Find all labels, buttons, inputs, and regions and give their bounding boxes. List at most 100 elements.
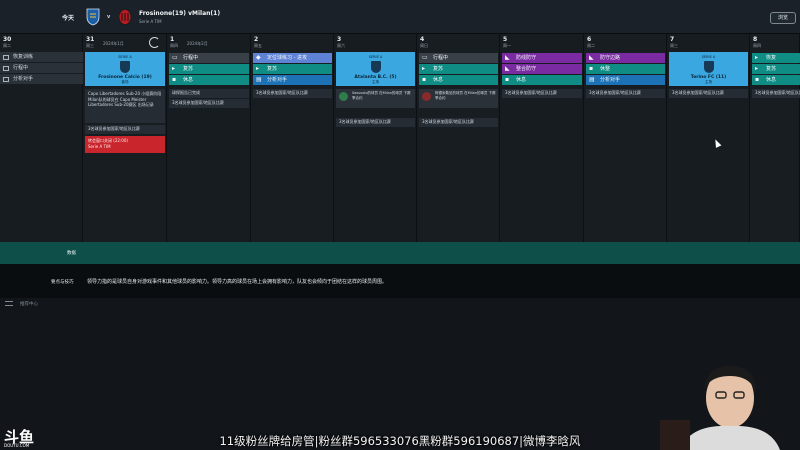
menu-icon[interactable] xyxy=(5,301,13,306)
side-item-recovery-training[interactable]: 恢复训练 xyxy=(0,52,83,62)
activity-travel[interactable]: ▭ 行程中 xyxy=(419,53,498,63)
match-competition-label: SERIE A xyxy=(701,55,716,59)
training-icon xyxy=(3,55,9,60)
international-duty-note[interactable]: 3名球员参加国家/地区队比赛 xyxy=(752,89,800,98)
rest-icon: ▪ xyxy=(422,76,427,83)
international-duty-note[interactable]: 3名球员参加国家/地区队比赛 xyxy=(169,99,249,108)
activity-rest[interactable]: ▪ 休息 xyxy=(169,75,249,85)
activity-rest[interactable]: ▪ 休息 xyxy=(419,75,498,85)
vs-label: v xyxy=(107,14,111,20)
activity-recovery[interactable]: ▸ 复苏 xyxy=(419,64,498,74)
international-duty-note[interactable]: 3名球员参加国家/地区队比赛 xyxy=(85,125,165,134)
browse-button[interactable]: 浏览 xyxy=(770,12,796,24)
activity-label: 分析对手 xyxy=(267,77,288,83)
lower-panel-label[interactable]: 推荐中心 xyxy=(20,301,38,307)
activity-rest[interactable]: ▪ 休整 xyxy=(586,64,665,74)
rest-icon: ▪ xyxy=(755,76,760,83)
recovery-icon: ▸ xyxy=(172,65,176,72)
day-name: 周六 xyxy=(337,43,345,48)
activity-wide-defense[interactable]: ◣ 防守边路 xyxy=(586,53,665,63)
scout-note[interactable]: 阿德米勒尼的球员 在Milan的球员 下赛季合约 xyxy=(419,89,498,108)
rest-icon: ▪ xyxy=(505,76,510,83)
activity-label: 休息 xyxy=(433,77,444,83)
activity-opposition-analysis[interactable]: ▤ 分析对手 xyxy=(253,75,332,85)
activity-rest[interactable]: ▪ 休息 xyxy=(752,75,800,85)
transfer-window-note[interactable]: 转会窗口关闭 (22:00) Serie A TIM xyxy=(85,136,165,153)
match-card-atalanta[interactable]: SERIE A Atalanta B.C. (5) 主场 xyxy=(336,52,415,86)
international-duty-note[interactable]: 3名球员参加国家/地区队比赛 xyxy=(502,89,582,98)
international-duty-note[interactable]: 3名球员参加国家/地区队比赛 xyxy=(253,89,332,98)
club-badge-icon xyxy=(422,92,431,101)
activity-opposition-analysis[interactable]: ▤ 分析对手 xyxy=(586,75,665,85)
club-badge-icon xyxy=(339,92,348,101)
side-item-travel[interactable]: 行程中 xyxy=(0,63,83,73)
activity-label: 整合防守 xyxy=(516,66,537,72)
side-item-label: 分析对手 xyxy=(13,76,34,82)
activity-label: 恢复 xyxy=(766,55,777,61)
international-duty-note[interactable]: 3名球员参加国家/地区队比赛 xyxy=(586,89,665,98)
scout-report-note[interactable]: 球探报告已完成 xyxy=(169,89,249,98)
recovery-icon: ▸ xyxy=(256,65,260,72)
activity-rest[interactable]: ▪ 休息 xyxy=(502,75,582,85)
analysis-icon xyxy=(3,77,9,82)
recovery-icon: ▸ xyxy=(422,65,426,72)
loading-clock-icon xyxy=(149,37,160,48)
frosinone-crest-icon xyxy=(86,8,100,26)
opponent-crest-icon xyxy=(703,61,714,73)
international-duty-note[interactable]: 3名球员参加国家/地区队比赛 xyxy=(669,89,748,98)
activity-label: 复苏 xyxy=(766,66,777,72)
activity-travel[interactable]: ▭ 行程中 xyxy=(169,53,249,63)
international-duty-note[interactable]: 3名球员参加国家/地区队比赛 xyxy=(336,118,415,127)
stream-overlay-text: 11级粉丝牌给房管|粉丝群596533076黑粉群596190687|微博李晗风 xyxy=(219,434,581,448)
schedule-calendar: 30 周二 31 周三 2024年1月 1 周四 2024年2月 2 周五 3 周六 4周… xyxy=(0,34,800,242)
data-bar[interactable]: 数据 xyxy=(0,242,800,264)
month-label: 2024年1月 xyxy=(103,41,124,46)
bus-icon xyxy=(3,66,9,71)
day-name: 周二 xyxy=(587,43,595,48)
day-name: 周一 xyxy=(503,43,511,48)
data-bar-label: 数据 xyxy=(67,251,76,256)
activity-label: 复苏 xyxy=(267,66,278,72)
activity-label: 复苏 xyxy=(433,66,444,72)
bus-icon: ▭ xyxy=(172,54,178,61)
month-label: 2024年2月 xyxy=(187,41,208,46)
activity-recovery[interactable]: ▸ 复苏 xyxy=(253,64,332,74)
match-card-frosinone[interactable]: SERIE A Frosinone Calcio (19) 客场 xyxy=(85,52,165,86)
international-duty-note[interactable]: 3名球员参加国家/地区队比赛 xyxy=(419,118,498,127)
activity-label: 休整 xyxy=(600,66,611,72)
today-label[interactable]: 今天 xyxy=(62,13,74,22)
activity-label: 行程中 xyxy=(433,55,449,61)
opponent-crest-icon xyxy=(370,61,381,73)
boot-icon: ◣ xyxy=(505,54,510,61)
match-card-torino[interactable]: SERIE A Torino FC (11) 主场 xyxy=(669,52,748,86)
activity-recovery[interactable]: ▸ 复苏 xyxy=(752,64,800,74)
analysis-icon: ▤ xyxy=(256,76,262,83)
activity-set-pieces[interactable]: ◆ 定位球练习 - 进攻 xyxy=(253,53,332,63)
match-title: Frosinone(19) vMilan(1) xyxy=(139,10,221,17)
scout-note-text: 阿德米勒尼的球员 在Milan的球员 下赛季合约 xyxy=(435,91,496,100)
day-name: 周四 xyxy=(170,43,178,48)
bus-icon: ▭ xyxy=(422,54,428,61)
recovery-icon: ▸ xyxy=(755,65,759,72)
milan-crest-icon xyxy=(118,9,132,25)
activity-recovery[interactable]: ▸ 恢复 xyxy=(752,53,800,63)
boot-icon: ◣ xyxy=(589,54,594,61)
activity-label: 行程中 xyxy=(183,55,199,61)
top-bar: 今天 v Frosinone(19) vMilan(1) Serie A TIM… xyxy=(0,0,800,34)
scout-note[interactable]: Sassuolo的球员 在Milan的球员 下赛季合约 xyxy=(336,89,415,108)
boot-icon: ◣ xyxy=(505,65,510,72)
side-item-opposition-analysis[interactable]: 分析对手 xyxy=(0,74,83,84)
tips-text: 领导力指的是球员自身对游戏事件和其他球员的影响力。领导力高的球员在场上会拥有影响… xyxy=(87,279,388,285)
activity-label: 休息 xyxy=(183,77,194,83)
activity-defensive-line[interactable]: ◣ 防线防守 xyxy=(502,53,582,63)
activity-label: 分析对手 xyxy=(600,77,621,83)
transfer-window-sub: Serie A TIM xyxy=(88,143,111,149)
scout-note-text: Sassuolo的球员 在Milan的球员 下赛季合约 xyxy=(352,91,411,100)
side-item-label: 恢复训练 xyxy=(13,54,34,60)
competition-note[interactable]: Capo Libertadores Sub-20 小组赛阶段 Milan队的球员… xyxy=(85,89,165,123)
activity-recovery[interactable]: ▸ 复苏 xyxy=(169,64,249,74)
activity-team-defense[interactable]: ◣ 整合防守 xyxy=(502,64,582,74)
activity-label: 休息 xyxy=(766,77,777,83)
activity-label: 防守边路 xyxy=(600,55,621,61)
tips-row: 要点与技巧 领导力指的是球员自身对游戏事件和其他球员的影响力。领导力高的球员在场… xyxy=(0,264,800,298)
